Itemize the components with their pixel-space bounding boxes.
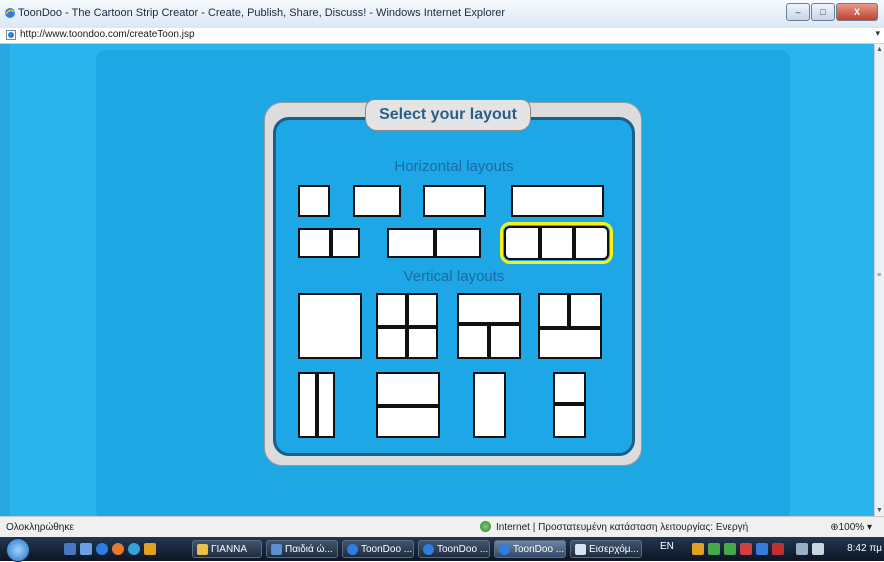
layout-v1-single[interactable] <box>298 293 362 359</box>
folder-icon <box>197 544 208 555</box>
layout-dialog: Horizontal layouts Vertical layouts Sele… <box>264 99 642 466</box>
window-titlebar: ToonDoo - The Cartoon Strip Creator - Cr… <box>0 0 884 29</box>
layout-v2-two-rows[interactable] <box>376 372 440 438</box>
network-icon[interactable] <box>796 543 808 555</box>
layout-h3-three[interactable] <box>500 222 613 264</box>
task-label: ToonDoo ... <box>361 544 413 555</box>
layout-v1-top-two-bottom[interactable] <box>457 293 521 359</box>
taskbar-item-toondoo-1[interactable]: ToonDoo ... <box>342 540 414 558</box>
ie-logo-icon <box>5 8 15 18</box>
layout-v1-two-top-bottom[interactable] <box>538 293 602 359</box>
internet-zone-icon <box>480 521 491 532</box>
dialog-title-tab: Select your layout <box>365 99 531 131</box>
minimize-button[interactable]: – <box>786 3 810 21</box>
tray-icon-2[interactable] <box>708 543 720 555</box>
layout-v2-two-columns[interactable] <box>298 372 335 438</box>
layout-h2-two-large[interactable] <box>387 228 481 258</box>
address-bar[interactable]: http://www.toondoo.com/createToon.jsp ▾ <box>0 28 884 44</box>
mail-icon <box>575 544 586 555</box>
quicklaunch-ie-icon[interactable] <box>96 543 108 555</box>
tray-icon-5[interactable] <box>756 543 768 555</box>
scroll-down-icon[interactable]: ▼ <box>876 507 883 514</box>
quicklaunch-app-icon[interactable] <box>144 543 156 555</box>
layout-v2-tall-single[interactable] <box>473 372 506 438</box>
taskbar-item-folder[interactable]: ΓΙΑΝΝΑ <box>192 540 262 558</box>
layout-cell <box>538 226 542 260</box>
layout-h1-medium[interactable] <box>423 185 486 217</box>
quicklaunch-show-desktop-icon[interactable] <box>64 543 76 555</box>
status-bar: Ολοκληρώθηκε Internet | Προστατευμένη κα… <box>0 516 884 538</box>
page-icon <box>6 30 16 40</box>
ie-icon <box>423 544 434 555</box>
taskbar-item-toondoo-2[interactable]: ToonDoo ... <box>418 540 490 558</box>
window-controls: – □ X <box>785 3 878 21</box>
vertical-layouts-label: Vertical layouts <box>403 268 505 285</box>
layout-cell <box>572 226 576 260</box>
scroll-up-icon[interactable]: ▲ <box>876 46 883 53</box>
layout-h1-wide[interactable] <box>511 185 604 217</box>
dialog-title: Select your layout <box>379 106 517 123</box>
layout-cell <box>315 372 319 438</box>
quicklaunch-firefox-icon[interactable] <box>112 543 124 555</box>
language-indicator[interactable]: EN <box>660 541 674 552</box>
layout-cell <box>376 325 438 329</box>
layout-cell <box>567 293 571 328</box>
tray-icon-1[interactable] <box>692 543 704 555</box>
status-text: Ολοκληρώθηκε <box>6 522 74 533</box>
tray-icon-6[interactable] <box>772 543 784 555</box>
window-title: ToonDoo - The Cartoon Strip Creator - Cr… <box>18 7 506 19</box>
ie-icon <box>499 544 510 555</box>
url-text[interactable]: http://www.toondoo.com/createToon.jsp <box>20 29 195 40</box>
taskbar-item-document[interactable]: Παιδιά ώ... <box>266 540 338 558</box>
address-dropdown-icon[interactable]: ▾ <box>875 28 880 39</box>
layout-v1-four-grid[interactable] <box>376 293 438 359</box>
task-label: Εισερχόμ... <box>589 544 639 555</box>
volume-icon[interactable] <box>812 543 824 555</box>
task-label: ToonDoo ... <box>437 544 489 555</box>
vertical-scrollbar[interactable]: ▲ ≡ ▼ <box>874 44 884 516</box>
layout-cell <box>487 322 491 359</box>
layout-cell <box>553 402 586 406</box>
start-button-icon[interactable] <box>6 538 30 562</box>
page-left-edge <box>0 44 10 516</box>
layout-v2-tall-split[interactable] <box>553 372 586 438</box>
document-icon <box>271 544 282 555</box>
tray-icon-4[interactable] <box>740 543 752 555</box>
task-label: Παιδιά ώ... <box>285 544 333 555</box>
layout-h1-small[interactable] <box>353 185 401 217</box>
layout-cell <box>329 228 333 258</box>
quicklaunch-switch-windows-icon[interactable] <box>80 543 92 555</box>
task-label: ToonDoo ... <box>513 544 565 555</box>
layout-h2-two-small[interactable] <box>298 228 360 258</box>
task-label: ΓΙΑΝΝΑ <box>211 544 248 555</box>
security-zone-text[interactable]: Internet | Προστατευμένη κατάσταση λειτο… <box>496 522 748 533</box>
horizontal-layouts-label: Horizontal layouts <box>394 158 514 175</box>
taskbar-item-inbox[interactable]: Εισερχόμ... <box>570 540 642 558</box>
taskbar-item-toondoo-3[interactable]: ToonDoo ... <box>494 540 566 558</box>
layout-cell <box>433 228 437 258</box>
layout-cell <box>376 404 440 408</box>
layout-dialog-body: Horizontal layouts Vertical layouts <box>273 117 635 456</box>
ie-icon <box>347 544 358 555</box>
scroll-grip-icon[interactable]: ≡ <box>877 272 883 282</box>
windows-taskbar: ΓΙΑΝΝΑ Παιδιά ώ... ToonDoo ... ToonDoo .… <box>0 537 884 562</box>
tray-icon-3[interactable] <box>724 543 736 555</box>
zoom-control[interactable]: ⊕100% ▾ <box>830 522 872 533</box>
layout-h1-square[interactable] <box>298 185 330 217</box>
close-button[interactable]: X <box>836 3 878 21</box>
quicklaunch-media-icon[interactable] <box>128 543 140 555</box>
clock[interactable]: 8:42 πμ <box>847 543 882 554</box>
maximize-button[interactable]: □ <box>811 3 835 21</box>
